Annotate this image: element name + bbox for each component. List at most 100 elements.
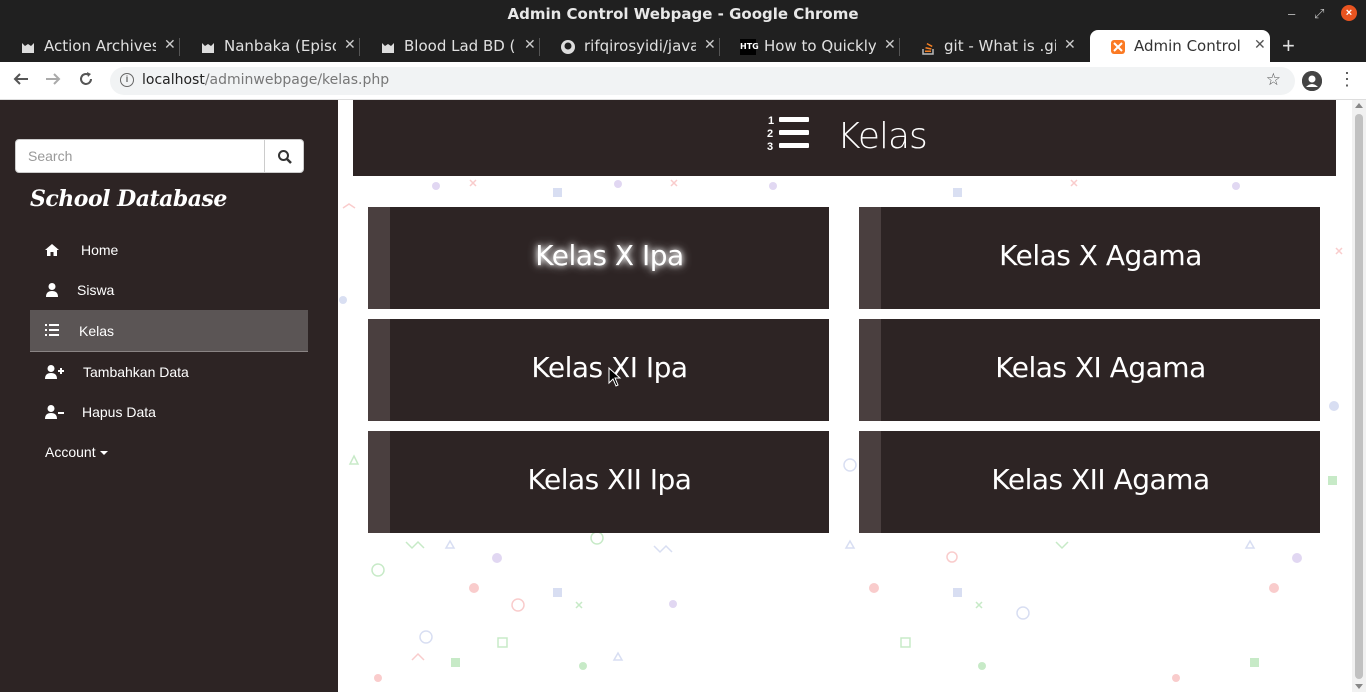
info-icon[interactable]: i <box>120 73 134 87</box>
window-title-bar: Admin Control Webpage - Google Chrome – … <box>0 0 1366 28</box>
browser-tab[interactable]: git - What is .gitig ✕ <box>900 30 1080 62</box>
url-host: localhost <box>142 72 205 88</box>
card-label: Kelas XII Ipa <box>527 463 692 496</box>
new-tab-button[interactable]: + <box>1282 33 1295 59</box>
card-stripe <box>859 207 881 309</box>
cat-icon <box>20 39 36 55</box>
browser-tab[interactable]: HTG How to Quickly R ✕ <box>720 30 900 62</box>
card-label: Kelas XI Agama <box>995 351 1206 384</box>
account-label: Account <box>45 444 96 460</box>
class-card-xii-agama[interactable]: Kelas XII Agama <box>859 431 1320 533</box>
scroll-down-arrow-icon[interactable] <box>1355 684 1363 689</box>
stackoverflow-icon <box>920 39 936 55</box>
class-card-xii-ipa[interactable]: Kelas XII Ipa <box>368 431 829 533</box>
search-form <box>15 139 304 173</box>
bookmark-star-icon[interactable]: ☆ <box>1266 70 1281 90</box>
class-card-xi-agama[interactable]: Kelas XI Agama <box>859 319 1320 421</box>
account-dropdown[interactable]: Account <box>45 444 108 460</box>
user-minus-icon <box>45 405 64 419</box>
list-icon <box>45 324 59 336</box>
sidebar-item-label: Hapus Data <box>82 404 156 420</box>
close-tab-icon[interactable]: ✕ <box>1064 37 1076 53</box>
profile-avatar-icon[interactable] <box>1302 71 1322 91</box>
xampp-icon <box>1110 39 1126 55</box>
close-tab-icon[interactable]: ✕ <box>704 37 716 53</box>
scrollbar-thumb[interactable] <box>1355 114 1363 679</box>
caret-down-icon <box>99 451 108 456</box>
close-tab-icon[interactable]: ✕ <box>884 37 896 53</box>
sidebar-item-siswa[interactable]: Siswa <box>30 270 308 310</box>
forward-icon[interactable] <box>44 70 62 93</box>
url-text: localhost/adminwebpage/kelas.php <box>142 72 389 88</box>
search-button[interactable] <box>264 139 304 173</box>
card-stripe <box>368 207 390 309</box>
tab-label: Nanbaka (Episod <box>224 37 336 55</box>
tab-label: Blood Lad BD (E <box>404 37 516 55</box>
scroll-up-arrow-icon[interactable] <box>1355 103 1363 108</box>
back-icon[interactable] <box>12 70 30 93</box>
ordered-list-icon: 1 2 3 <box>767 115 809 152</box>
cat-icon <box>380 39 396 55</box>
maximize-button[interactable]: ⤢ <box>1314 6 1324 22</box>
svg-text:1: 1 <box>768 115 774 127</box>
minimize-button[interactable]: – <box>1288 6 1295 21</box>
sidebar-item-label: Tambahkan Data <box>83 364 189 380</box>
menu-kebab-icon[interactable]: ⋮ <box>1338 69 1356 90</box>
window-title: Admin Control Webpage - Google Chrome <box>507 5 859 23</box>
mouse-cursor-icon <box>608 367 622 387</box>
card-stripe <box>859 431 881 533</box>
sidebar: School Database Home Siswa Kelas Tambahk… <box>0 100 338 692</box>
card-stripe <box>368 319 390 421</box>
page-title: Kelas <box>837 116 928 157</box>
tab-label: git - What is .gitig <box>944 37 1056 55</box>
browser-toolbar: i localhost/adminwebpage/kelas.php ☆ ⋮ <box>0 62 1366 100</box>
card-stripe <box>859 319 881 421</box>
close-window-button[interactable]: × <box>1341 5 1357 21</box>
htg-icon: HTG <box>740 39 759 55</box>
browser-tab[interactable]: Action Archives | ✕ <box>0 30 180 62</box>
svg-text:3: 3 <box>767 141 773 152</box>
browser-tab[interactable]: rifqirosyidi/java- ✕ <box>540 30 720 62</box>
sidebar-item-kelas[interactable]: Kelas <box>30 310 308 352</box>
card-label: Kelas XII Agama <box>991 463 1210 496</box>
close-tab-icon[interactable]: ✕ <box>344 37 356 53</box>
browser-tab[interactable]: Nanbaka (Episod ✕ <box>180 30 360 62</box>
sidebar-item-hapus-data[interactable]: Hapus Data <box>30 392 308 432</box>
cat-icon <box>200 39 216 55</box>
sidebar-item-label: Home <box>81 242 119 258</box>
tab-label: How to Quickly R <box>764 37 876 55</box>
brand-logo[interactable]: School Database <box>30 186 227 212</box>
class-card-xi-ipa[interactable]: Kelas XI Ipa <box>368 319 829 421</box>
tab-label: rifqirosyidi/java- <box>584 37 696 55</box>
tab-label: Action Archives | <box>44 37 156 55</box>
user-icon <box>46 283 58 297</box>
browser-tab-active[interactable]: Admin Control W ✕ <box>1090 30 1270 62</box>
close-tab-icon[interactable]: ✕ <box>1254 37 1266 53</box>
page-scrollbar[interactable] <box>1352 100 1366 692</box>
close-tab-icon[interactable]: ✕ <box>524 37 536 53</box>
close-tab-icon[interactable]: ✕ <box>164 37 176 53</box>
web-page: School Database Home Siswa Kelas Tambahk… <box>0 100 1366 692</box>
search-icon <box>278 150 292 164</box>
url-path: /adminwebpage/kelas.php <box>204 72 390 88</box>
main-content: 1 2 3 Kelas Kelas X Ipa Kelas X Agama Ke… <box>338 100 1352 692</box>
tab-strip: Action Archives | ✕ Nanbaka (Episod ✕ Bl… <box>0 28 1366 62</box>
address-bar[interactable]: i localhost/adminwebpage/kelas.php ☆ <box>110 67 1295 95</box>
sidebar-item-tambahkan-data[interactable]: Tambahkan Data <box>30 352 308 392</box>
class-card-x-ipa[interactable]: Kelas X Ipa <box>368 207 829 309</box>
sidebar-item-label: Siswa <box>77 282 115 298</box>
card-label: Kelas X Agama <box>999 239 1202 272</box>
search-input[interactable] <box>15 139 265 173</box>
tab-label: Admin Control W <box>1134 37 1246 55</box>
user-plus-icon <box>45 365 64 379</box>
browser-tab[interactable]: Blood Lad BD (E ✕ <box>360 30 540 62</box>
home-icon <box>45 244 59 256</box>
card-label: Kelas X Ipa <box>535 239 684 272</box>
svg-text:2: 2 <box>767 128 773 140</box>
github-icon <box>560 39 576 55</box>
sidebar-item-label: Kelas <box>79 323 115 339</box>
class-card-x-agama[interactable]: Kelas X Agama <box>859 207 1320 309</box>
page-header: 1 2 3 Kelas <box>353 100 1336 176</box>
sidebar-item-home[interactable]: Home <box>30 230 308 270</box>
reload-icon[interactable] <box>77 70 95 93</box>
